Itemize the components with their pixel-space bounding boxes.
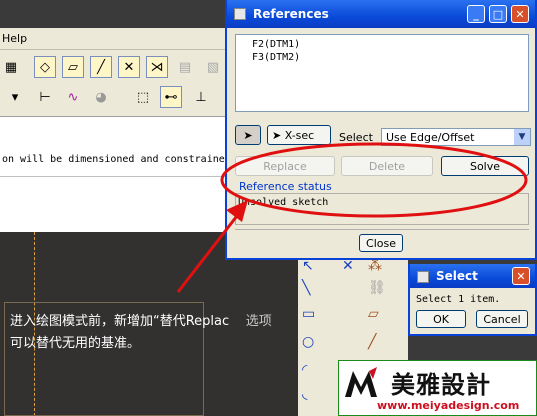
logo-name: 美雅設計 [391, 371, 491, 399]
pointer-arrow-shaft [176, 211, 242, 293]
annotation-overlay [176, 142, 528, 293]
highlight-ellipse [220, 142, 528, 218]
logo-url: www.meiyadesign.com [377, 399, 520, 412]
logo-mark-icon [345, 367, 377, 397]
watermark-logo: 美雅設計 www.meiyadesign.com [338, 360, 537, 416]
pointer-arrow-head [226, 200, 248, 222]
